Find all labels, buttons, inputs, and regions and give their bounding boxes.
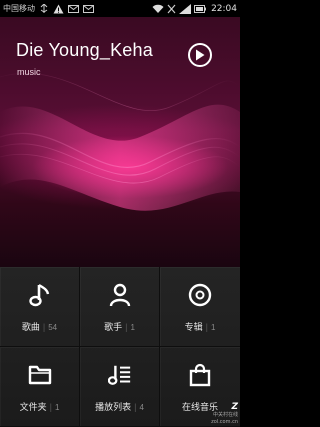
- tile-count: 1: [130, 323, 135, 332]
- shopping-bag-icon: [188, 362, 212, 388]
- mail-icon-2: [83, 3, 94, 14]
- no-sim-icon: [167, 3, 176, 14]
- warning-icon: [53, 3, 64, 14]
- wifi-icon: [152, 3, 164, 14]
- tile-count: 54: [48, 323, 58, 332]
- person-icon: [108, 282, 132, 308]
- watermark-brand: 中关村在线: [212, 412, 238, 418]
- tile-count: 1: [210, 323, 216, 332]
- song-title: Die Young_Keha: [16, 40, 153, 60]
- disc-icon: [188, 282, 212, 308]
- status-bar: 中国移动 22:04: [0, 0, 240, 17]
- tile-count: 1: [54, 403, 60, 412]
- signal-icon: [179, 3, 192, 14]
- tile-label: 歌曲: [21, 322, 40, 332]
- tile-artists[interactable]: 歌手 | 1: [80, 267, 160, 347]
- tile-count: 4: [139, 403, 144, 412]
- folder-icon: [28, 362, 52, 388]
- tile-songs[interactable]: 歌曲 | 54: [0, 267, 80, 347]
- playlist-icon: [108, 362, 132, 388]
- music-note-icon: [28, 282, 52, 308]
- tile-label: 播放列表: [95, 402, 132, 412]
- tile-folders[interactable]: 文件夹 | 1: [0, 347, 80, 427]
- mail-icon: [68, 3, 79, 14]
- play-icon: [196, 49, 205, 61]
- usb-icon: [39, 3, 49, 14]
- battery-icon: [194, 3, 207, 14]
- tile-playlists[interactable]: 播放列表 | 4: [80, 347, 160, 427]
- play-button[interactable]: [188, 43, 212, 67]
- watermark-logo: Z: [231, 402, 238, 412]
- watermark-url: zol.com.cn: [211, 419, 238, 425]
- clock: 22:04: [211, 3, 237, 14]
- tile-albums[interactable]: 专辑 | 1: [160, 267, 240, 347]
- tile-label: 文件夹: [19, 402, 47, 412]
- now-playing-panel[interactable]: Die Young_Keha music: [0, 17, 240, 267]
- tile-online-music[interactable]: 在线音乐 Z 中关村在线 zol.com.cn: [160, 347, 240, 427]
- tile-label: 专辑: [184, 322, 203, 332]
- song-artist: music: [17, 67, 41, 77]
- watermark: Z 中关村在线 zol.com.cn: [196, 402, 238, 426]
- library-grid: 歌曲 | 54 歌手 | 1 专辑 | 1 文件夹 | 1 播放列表 | 4 在…: [0, 267, 240, 427]
- tile-label: 歌手: [104, 322, 123, 332]
- carrier-label: 中国移动: [3, 4, 35, 13]
